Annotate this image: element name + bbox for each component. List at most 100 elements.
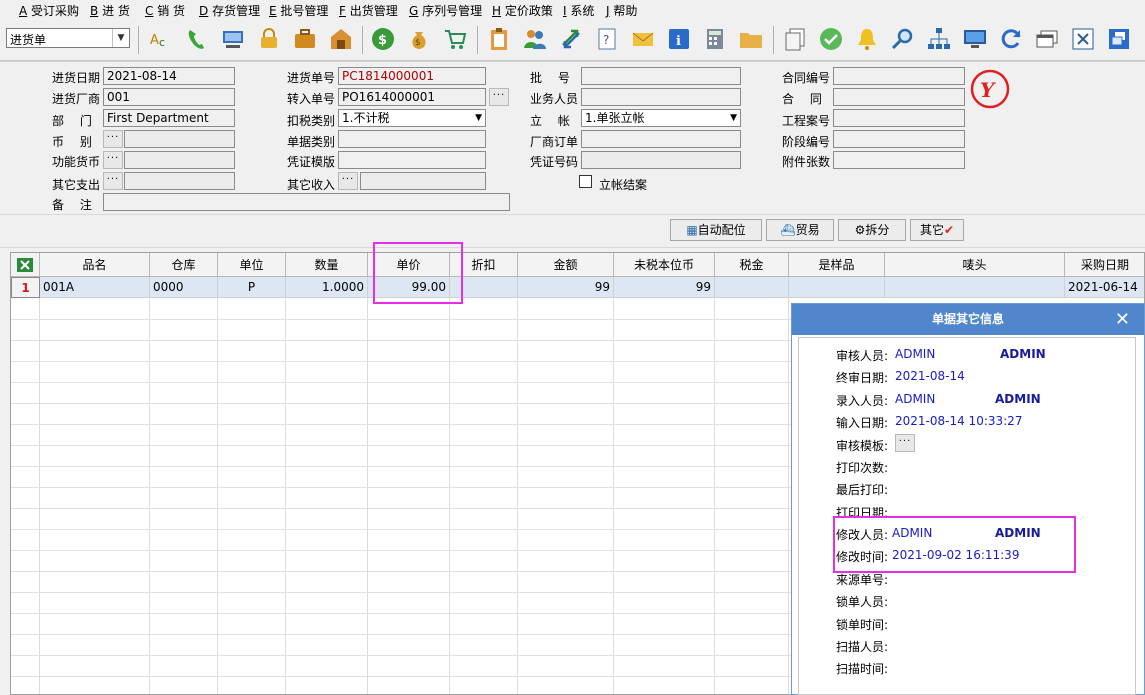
doc-type-select[interactable]: 进货单 ▼ bbox=[6, 28, 130, 48]
money-bag-icon[interactable]: $ bbox=[406, 26, 432, 52]
cell-amount[interactable]: 99 bbox=[518, 277, 614, 298]
purchase-no-label: 进货单号 bbox=[287, 71, 336, 85]
cell-is-sample[interactable] bbox=[789, 277, 885, 298]
briefcase-icon[interactable] bbox=[292, 26, 318, 52]
trade-button[interactable]: ⛴贸易 bbox=[766, 219, 834, 241]
help-doc-icon[interactable]: ? bbox=[594, 26, 620, 52]
menu-system[interactable]: I 系统 bbox=[563, 2, 594, 19]
menu-inventory[interactable]: D 存货管理 bbox=[199, 2, 260, 19]
check-circle-icon[interactable] bbox=[818, 26, 844, 52]
cell-item-name[interactable]: 001A bbox=[40, 277, 150, 298]
window-icon[interactable] bbox=[1034, 26, 1060, 52]
row-number[interactable]: 1 bbox=[11, 277, 40, 298]
other-button[interactable]: 其它✔ bbox=[910, 219, 964, 241]
supplier-label: 进货厂商 bbox=[52, 92, 101, 106]
transfer-no-field[interactable]: PO1614000001 bbox=[338, 88, 486, 106]
voucher-template-field[interactable] bbox=[338, 151, 486, 169]
col-mark[interactable]: 唛头 bbox=[885, 253, 1065, 277]
close-account-checkbox[interactable] bbox=[579, 175, 592, 188]
dollar-icon[interactable]: $ bbox=[370, 26, 396, 52]
col-warehouse[interactable]: 仓库 bbox=[150, 253, 218, 277]
transfer-no-picker-button[interactable]: ··· bbox=[489, 88, 509, 106]
chevron-down-icon[interactable]: ▼ bbox=[730, 110, 737, 126]
folder-icon[interactable] bbox=[738, 26, 764, 52]
func-currency-picker-button[interactable]: ··· bbox=[103, 151, 123, 169]
salesperson-field[interactable] bbox=[581, 88, 741, 106]
org-chart-icon[interactable] bbox=[926, 26, 952, 52]
cell-untaxed-amount[interactable]: 99 bbox=[614, 277, 715, 298]
account-select[interactable]: 1.单张立帐 ▼ bbox=[581, 109, 741, 127]
col-unit[interactable]: 单位 bbox=[218, 253, 286, 277]
search-icon[interactable] bbox=[890, 26, 916, 52]
close-window-icon[interactable] bbox=[1070, 26, 1096, 52]
split-icon: ⚙ bbox=[854, 223, 866, 237]
menu-serial[interactable]: G 序列号管理 bbox=[409, 2, 482, 19]
vendor-order-label: 厂商订单 bbox=[530, 135, 579, 149]
bell-icon[interactable] bbox=[854, 26, 880, 52]
contract-field[interactable] bbox=[833, 88, 965, 106]
dept-field[interactable]: First Department bbox=[103, 109, 235, 127]
monitor-icon[interactable] bbox=[962, 26, 988, 52]
contract-no-field[interactable] bbox=[833, 67, 965, 85]
currency-picker-button[interactable]: ··· bbox=[103, 130, 123, 148]
menu-purchase[interactable]: B 进 货 bbox=[90, 2, 130, 19]
cell-warehouse[interactable]: 0000 bbox=[150, 277, 218, 298]
excel-export-icon[interactable] bbox=[11, 253, 40, 277]
supplier-field[interactable]: 001 bbox=[103, 88, 235, 106]
doc-category-field[interactable] bbox=[338, 130, 486, 148]
computer-icon[interactable] bbox=[220, 26, 246, 52]
clipboard-icon[interactable] bbox=[486, 26, 512, 52]
remark-field[interactable] bbox=[103, 193, 510, 211]
menu-purchase-order[interactable]: A 受订采购 bbox=[19, 2, 79, 19]
purchase-date-field[interactable]: 2021-08-14 bbox=[103, 67, 235, 85]
purchase-no-field[interactable]: PC1814000001 bbox=[338, 67, 486, 85]
review-template-picker-button[interactable]: ··· bbox=[895, 434, 915, 452]
col-item-name[interactable]: 品名 bbox=[40, 253, 150, 277]
chevron-down-icon[interactable]: ▼ bbox=[112, 29, 129, 47]
chevron-down-icon[interactable]: ▼ bbox=[475, 110, 482, 126]
mail-icon[interactable] bbox=[630, 26, 656, 52]
project-no-field[interactable] bbox=[833, 109, 965, 127]
batch-no-field[interactable] bbox=[581, 67, 741, 85]
stage-no-field[interactable] bbox=[833, 130, 965, 148]
users-icon[interactable] bbox=[522, 26, 548, 52]
split-button[interactable]: ⚙拆分 bbox=[838, 219, 906, 241]
cell-purchase-date[interactable]: 2021-06-14 bbox=[1065, 277, 1144, 298]
cell-tax[interactable] bbox=[715, 277, 789, 298]
calculator-icon[interactable] bbox=[702, 26, 728, 52]
menu-sales[interactable]: C 销 货 bbox=[145, 2, 185, 19]
cart-icon[interactable] bbox=[442, 26, 468, 52]
info-icon[interactable]: i bbox=[666, 26, 692, 52]
documents-icon[interactable] bbox=[782, 26, 808, 52]
vendor-order-field[interactable] bbox=[581, 130, 741, 148]
col-is-sample[interactable]: 是样品 bbox=[789, 253, 885, 277]
menu-batch[interactable]: E 批号管理 bbox=[269, 2, 328, 19]
other-income-picker-button[interactable]: ··· bbox=[338, 172, 358, 190]
warehouse-icon[interactable] bbox=[328, 26, 354, 52]
other-expense-picker-button[interactable]: ··· bbox=[103, 172, 123, 190]
svg-text:c: c bbox=[159, 36, 165, 49]
col-amount[interactable]: 金额 bbox=[518, 253, 614, 277]
menu-shipping[interactable]: F 出货管理 bbox=[339, 2, 398, 19]
auto-match-button[interactable]: ▦自动配位 bbox=[670, 219, 762, 241]
menu-pricing[interactable]: H 定价政策 bbox=[492, 2, 553, 19]
col-tax[interactable]: 税金 bbox=[715, 253, 789, 277]
attachments-field[interactable] bbox=[833, 151, 965, 169]
phone-icon[interactable] bbox=[184, 26, 210, 52]
grid-line bbox=[149, 298, 150, 694]
restore-window-icon[interactable] bbox=[1106, 26, 1132, 52]
tax-type-select[interactable]: 1.不计税 ▼ bbox=[338, 109, 486, 127]
col-quantity[interactable]: 数量 bbox=[286, 253, 368, 277]
col-purchase-date[interactable]: 采购日期 bbox=[1065, 253, 1144, 277]
cell-unit[interactable]: P bbox=[218, 277, 286, 298]
cell-mark[interactable] bbox=[885, 277, 1065, 298]
lock-icon[interactable] bbox=[256, 26, 282, 52]
menu-help[interactable]: J 帮助 bbox=[606, 2, 637, 19]
spellcheck-icon[interactable]: Ac bbox=[148, 26, 174, 52]
refresh-icon[interactable] bbox=[998, 26, 1024, 52]
close-icon[interactable]: ✕ bbox=[1115, 304, 1130, 335]
cell-quantity[interactable]: 1.0000 bbox=[286, 277, 368, 298]
func-currency-field bbox=[124, 151, 235, 169]
col-untaxed-amount[interactable]: 未税本位币 bbox=[614, 253, 715, 277]
transfer-icon[interactable] bbox=[558, 26, 584, 52]
